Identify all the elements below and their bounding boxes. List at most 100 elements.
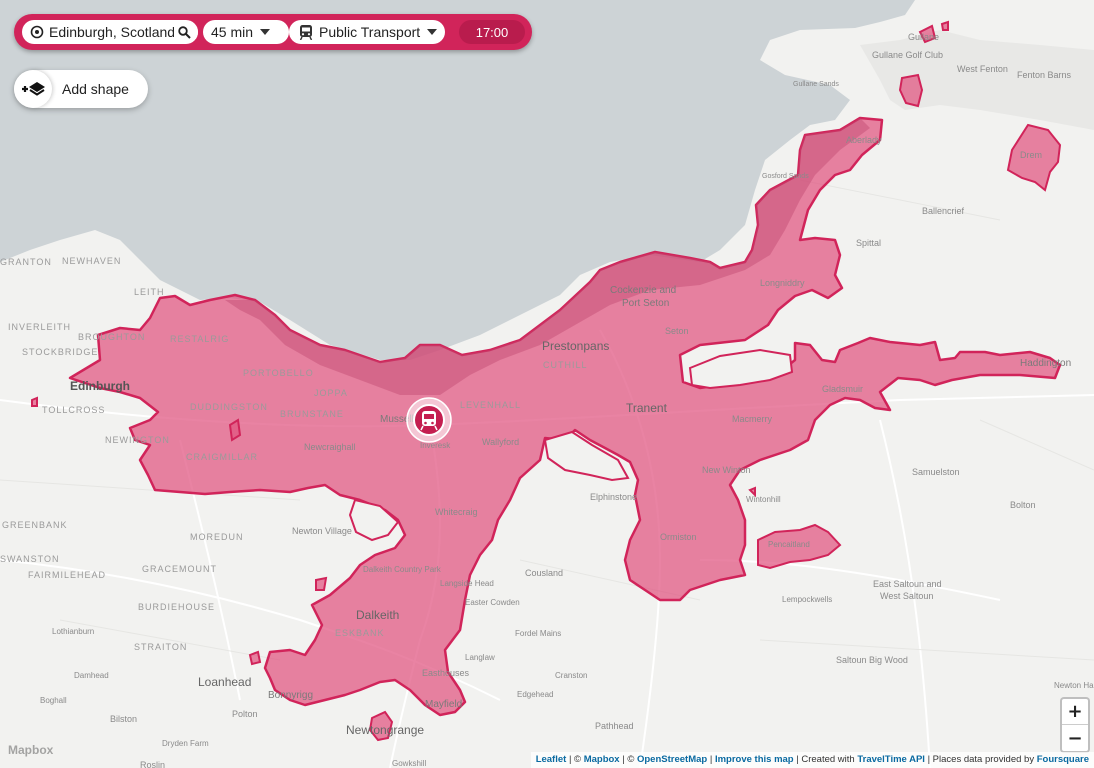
label-newton-village: Newton Village [292,526,352,536]
label-edinburgh: Edinburgh [70,379,130,393]
location-pin-icon [30,25,44,39]
zoom-in-button[interactable]: + [1062,699,1088,725]
add-shape-button[interactable]: Add shape [14,70,148,108]
mapbox-logo[interactable]: Mapbox [8,743,53,757]
label-gowkshill: Gowkshill [392,759,426,768]
label-macmerry: Macmerry [732,414,772,424]
label-langlaw: Langlaw [465,653,495,662]
transport-label: Public Transport [319,24,421,40]
label-wallyford: Wallyford [482,437,519,447]
label-port-seton: Port Seton [622,298,669,309]
label-bolton: Bolton [1010,500,1036,510]
label-gosford: Gosford Sands [762,173,809,180]
label-gladsmuir: Gladsmuir [822,384,863,394]
zoom-out-button[interactable]: − [1062,725,1088,751]
label-newtongrange: Newtongrange [346,723,424,737]
label-portobello: PORTOBELLO [243,368,314,378]
label-inverleith: INVERLEITH [8,322,71,332]
label-dryden: Dryden Farm [162,739,209,748]
label-dalkeith: Dalkeith [356,608,399,622]
attribution-sep: | © [566,754,584,765]
label-winton: Wintonhill [746,495,781,504]
label-moredun: MOREDUN [190,532,244,542]
transport-mode-select[interactable]: Public Transport [289,20,445,44]
label-levenhall: LEVENHALL [460,400,521,410]
attribution-improve-link[interactable]: Improve this map [715,754,794,765]
label-eskbank: ESKBANK [335,628,385,638]
label-saltoun-wood: Saltoun Big Wood [836,655,908,665]
attribution-bar: Leaflet | © Mapbox | © OpenStreetMap | I… [530,752,1094,768]
label-damhead: Damhead [74,671,109,680]
control-bar: Edinburgh, Scotland, UK 45 min Public Tr… [14,14,532,50]
attribution-mapbox-link[interactable]: Mapbox [584,754,620,765]
add-shape-label: Add shape [62,81,129,97]
label-new-winton: New Winton [702,465,751,475]
label-lothianburn: Lothianburn [52,627,94,636]
attribution-sep: | [707,754,715,765]
location-search-field[interactable]: Edinburgh, Scotland, UK [22,20,198,44]
attribution-traveltime-link[interactable]: TravelTime API [857,754,925,765]
label-tranent: Tranent [626,401,668,415]
label-gracemount: GRACEMOUNT [142,564,217,574]
label-inveresk: Inveresk [420,441,451,450]
origin-marker[interactable] [406,397,452,443]
label-whitecraig: Whitecraig [435,507,478,517]
label-elphinstone: Elphinstone [590,492,637,502]
label-granton: GRANTON [0,257,52,267]
layers-plus-icon [14,70,52,108]
attribution-osm-link[interactable]: OpenStreetMap [637,754,707,765]
label-gullane-sands: Gullane Sands [793,81,839,88]
duration-select[interactable]: 45 min [203,20,289,44]
attribution-sep: | © [619,754,637,765]
label-leith: LEITH [134,287,165,297]
label-dalkeith-park: Dalkeith Country Park [363,565,442,574]
label-longniddry: Longniddry [760,278,805,288]
label-samuelston: Samuelston [912,467,960,477]
label-newcraighall: Newcraighall [304,442,356,452]
map-canvas[interactable]: Gullane Gullane Golf Club West Fenton Fe… [0,0,1094,768]
label-east-saltoun: East Saltoun and [873,579,942,589]
train-icon [299,24,313,40]
label-greenbank: GREENBANK [2,520,68,530]
attribution-sep: | Created with [793,754,858,765]
label-tollcross: TOLLCROSS [42,405,105,415]
chevron-down-icon [260,29,271,35]
label-easter-cowden: Easter Cowden [465,598,520,607]
label-prestonpans: Prestonpans [542,339,609,353]
label-craigmillar: CRAIGMILLAR [186,452,258,462]
attribution-foursquare-link[interactable]: Foursquare [1037,754,1089,765]
attribution-leaflet-link[interactable]: Leaflet [536,754,567,765]
label-swanston: SWANSTON [0,554,60,564]
departure-time-label: 17:00 [475,24,509,40]
label-west-fenton: West Fenton [957,64,1008,74]
label-loanhead: Loanhead [198,675,251,689]
label-pencaitland: Pencaitland [768,540,810,549]
label-stockbridge: STOCKBRIDGE [22,347,98,357]
location-value[interactable]: Edinburgh, Scotland, UK [49,24,174,40]
label-cockenzie: Cockenzie and [610,285,676,296]
label-spittal: Spittal [856,238,881,248]
label-mayfield: Mayfield [425,699,462,710]
label-seton: Seton [665,326,689,336]
label-joppa: JOPPA [314,388,348,398]
label-ormiston: Ormiston [660,532,697,542]
label-lempockwells: Lempockwells [782,595,832,604]
zoom-control: + − [1060,697,1090,753]
label-ballencrief: Ballencrief [922,206,965,216]
label-boghall: Boghall [40,696,67,705]
label-haddington: Haddington [1020,358,1071,369]
label-langside: Langside Head [440,579,494,588]
label-newton-hall: Newton Hall [1054,681,1094,690]
label-gullane: Gullane [908,32,939,42]
label-cuthill: CUTHILL [543,360,588,370]
label-bonnyrigg: Bonnyrigg [268,690,313,701]
label-cranston: Cranston [555,671,587,680]
departure-time[interactable]: 17:00 [459,20,525,44]
label-gullane-golf: Gullane Golf Club [872,50,943,60]
label-fordel: Fordel Mains [515,629,561,638]
label-broughton: BROUGHTON [78,332,145,342]
label-cousland: Cousland [525,568,563,578]
label-easthouses: Easthouses [422,668,470,678]
search-icon[interactable] [174,25,198,39]
label-newington: NEWINGTON [105,435,170,445]
